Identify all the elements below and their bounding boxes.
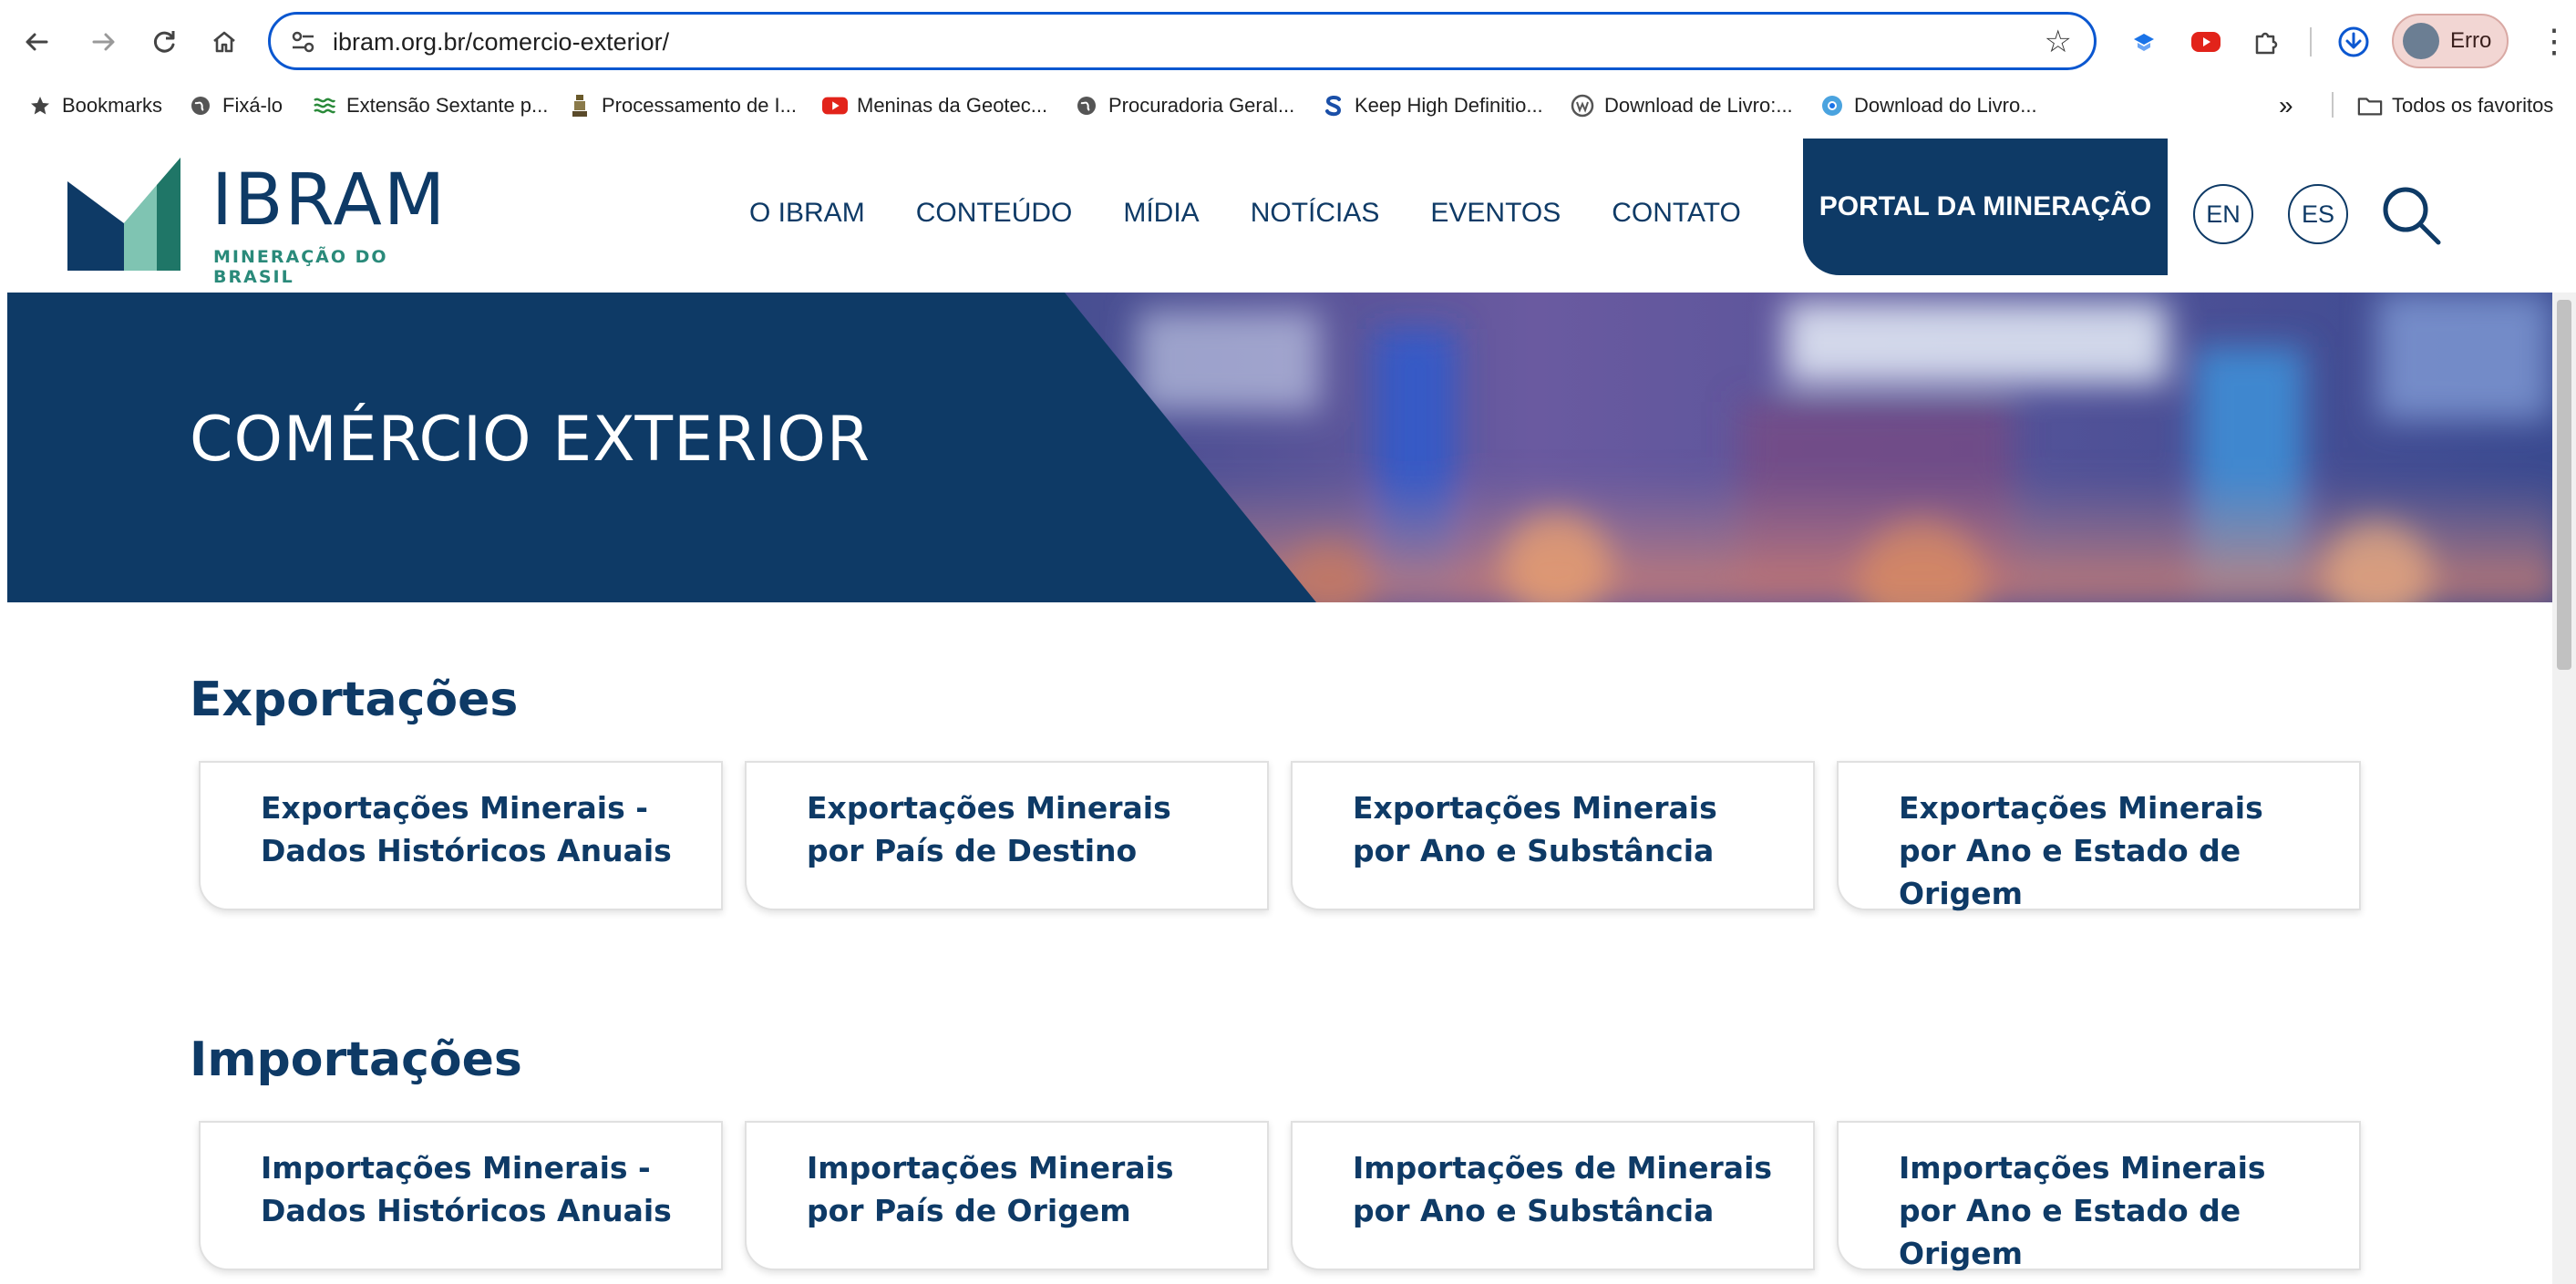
profile-button[interactable]: Erro (2392, 14, 2509, 68)
sextante-icon (312, 93, 337, 118)
bookmark-label: Fixá-lo (222, 94, 283, 117)
main-nav: O IBRAM CONTEÚDO MÍDIA NOTÍCIAS EVENTOS … (749, 198, 1792, 229)
address-bar[interactable]: ibram.org.br/comercio-exterior/ ☆ (268, 12, 2097, 70)
home-icon[interactable] (201, 18, 248, 66)
extension-blue-icon[interactable] (2124, 22, 2164, 62)
all-bookmarks-button[interactable]: Todos os favoritos (2357, 90, 2553, 121)
card-importacoes-historicos[interactable]: Importações Minerais - Dados Históricos … (199, 1121, 723, 1270)
card-label: Exportações Minerais por País de Destino (807, 790, 1171, 868)
folder-icon (2357, 93, 2383, 118)
bookmark-label: Bookmarks (62, 94, 163, 117)
card-importacoes-pais-origem[interactable]: Importações Minerais por País de Origem (745, 1121, 1269, 1270)
url-text[interactable]: ibram.org.br/comercio-exterior/ (333, 26, 669, 58)
card-label: Importações de Minerais por Ano e Substâ… (1353, 1150, 1773, 1228)
nav-item-conteudo[interactable]: CONTEÚDO (916, 198, 1073, 229)
bookmark-label: Download do Livro... (1854, 94, 2037, 117)
bookmark-item[interactable]: Processamento de I... (567, 90, 797, 121)
chrome-icon (1819, 93, 1845, 118)
youtube-icon (822, 93, 848, 118)
toolbar-separator (2310, 27, 2312, 56)
card-importacoes-estado-origem[interactable]: Importações Minerais por Ano e Estado de… (1837, 1121, 2361, 1271)
card-label: Exportações Minerais por Ano e Substânci… (1353, 790, 1717, 868)
lang-en-button[interactable]: EN (2193, 184, 2253, 244)
page-scrollbar[interactable] (2552, 293, 2576, 1284)
lang-es-button[interactable]: ES (2288, 184, 2348, 244)
portal-da-mineracao-button[interactable]: PORTAL DA MINERAÇÃO (1803, 139, 2168, 275)
logo-wordmark: IBRAM (211, 159, 448, 241)
bookmark-item[interactable]: Keep High Definitio... (1320, 90, 1543, 121)
bookmarks-bar: Bookmarks Fixá-lo Extensão Sextante p...… (0, 85, 2576, 127)
search-icon[interactable] (2379, 183, 2443, 247)
avatar (2403, 23, 2439, 59)
section-title-importacoes: Importações (190, 1032, 522, 1087)
card-label: Exportações Minerais por Ano e Estado de… (1899, 790, 2263, 911)
card-exportacoes-historicos[interactable]: Exportações Minerais - Dados Históricos … (199, 761, 723, 910)
back-icon[interactable] (13, 18, 60, 66)
card-label: Exportações Minerais - Dados Históricos … (261, 790, 672, 868)
bookmark-item[interactable]: Meninas da Geotec... (822, 90, 1047, 121)
bookmark-label: Processamento de I... (602, 94, 797, 117)
bookmark-label: Keep High Definitio... (1355, 94, 1543, 117)
nav-item-o-ibram[interactable]: O IBRAM (749, 198, 865, 229)
nav-item-midia[interactable]: MÍDIA (1123, 198, 1199, 229)
browser-toolbar: ibram.org.br/comercio-exterior/ ☆ Erro ⋮ (0, 0, 2576, 85)
bookmark-item[interactable]: Download do Livro... (1819, 90, 2037, 121)
nav-item-noticias[interactable]: NOTÍCIAS (1251, 198, 1380, 229)
bookmark-label: Download de Livro:... (1604, 94, 1793, 117)
bookmark-star-icon[interactable]: ☆ (2045, 24, 2072, 60)
bookmark-label: Extensão Sextante p... (346, 94, 549, 117)
all-bookmarks-label: Todos os favoritos (2392, 94, 2554, 117)
bookmark-item[interactable]: Procuradoria Geral... (1074, 90, 1294, 121)
section-title-exportacoes: Exportações (190, 673, 519, 727)
ibram-logo[interactable]: IBRAM MINERAÇÃO DO BRASIL (67, 158, 469, 287)
download-icon[interactable] (2334, 22, 2374, 62)
bookmark-item[interactable]: Download de Livro:... (1570, 90, 1793, 121)
globe-icon (1074, 93, 1099, 118)
site-header: IBRAM MINERAÇÃO DO BRASIL O IBRAM CONTEÚ… (0, 127, 2552, 293)
wordpress-icon (1570, 93, 1595, 118)
nav-item-eventos[interactable]: EVENTOS (1430, 198, 1561, 229)
site-settings-icon[interactable] (287, 26, 320, 58)
bookmark-label: Meninas da Geotec... (857, 94, 1048, 117)
s-icon (1320, 93, 1345, 118)
star-icon (27, 93, 53, 118)
bookmark-item[interactable]: Fixá-lo (188, 90, 283, 121)
page-title: COMÉRCIO EXTERIOR (190, 404, 871, 476)
browser-menu-icon[interactable]: ⋮ (2538, 22, 2571, 60)
forward-icon[interactable] (80, 18, 128, 66)
card-exportacoes-estado-origem[interactable]: Exportações Minerais por Ano e Estado de… (1837, 761, 2361, 911)
bookmarks-separator (2332, 92, 2334, 118)
logo-tagline: MINERAÇÃO DO BRASIL (213, 247, 388, 287)
bookmark-label: Procuradoria Geral... (1108, 94, 1295, 117)
youtube-extension-icon[interactable] (2186, 22, 2226, 62)
card-label: Importações Minerais por Ano e Estado de… (1899, 1150, 2266, 1271)
profile-label: Erro (2450, 28, 2492, 53)
globe-icon (188, 93, 213, 118)
overflow-label: » (2279, 91, 2293, 119)
hero-banner: COMÉRCIO EXTERIOR (7, 293, 2552, 602)
card-exportacoes-ano-substancia[interactable]: Exportações Minerais por Ano e Substânci… (1291, 761, 1815, 910)
card-exportacoes-pais-destino[interactable]: Exportações Minerais por País de Destino (745, 761, 1269, 910)
scrollbar-thumb[interactable] (2557, 300, 2571, 670)
bookmarks-overflow-button[interactable]: » (2279, 90, 2293, 121)
extensions-puzzle-icon[interactable] (2246, 22, 2286, 62)
bookmark-item[interactable]: Bookmarks (27, 90, 162, 121)
ibram-logo-mark-icon (67, 158, 180, 271)
figure-icon (567, 93, 592, 118)
reload-icon[interactable] (140, 18, 188, 66)
card-label: Importações Minerais - Dados Históricos … (261, 1150, 672, 1228)
nav-item-contato[interactable]: CONTATO (1612, 198, 1741, 229)
card-importacoes-ano-substancia[interactable]: Importações de Minerais por Ano e Substâ… (1291, 1121, 1815, 1270)
card-label: Importações Minerais por País de Origem (807, 1150, 1174, 1228)
bookmark-item[interactable]: Extensão Sextante p... (312, 90, 548, 121)
